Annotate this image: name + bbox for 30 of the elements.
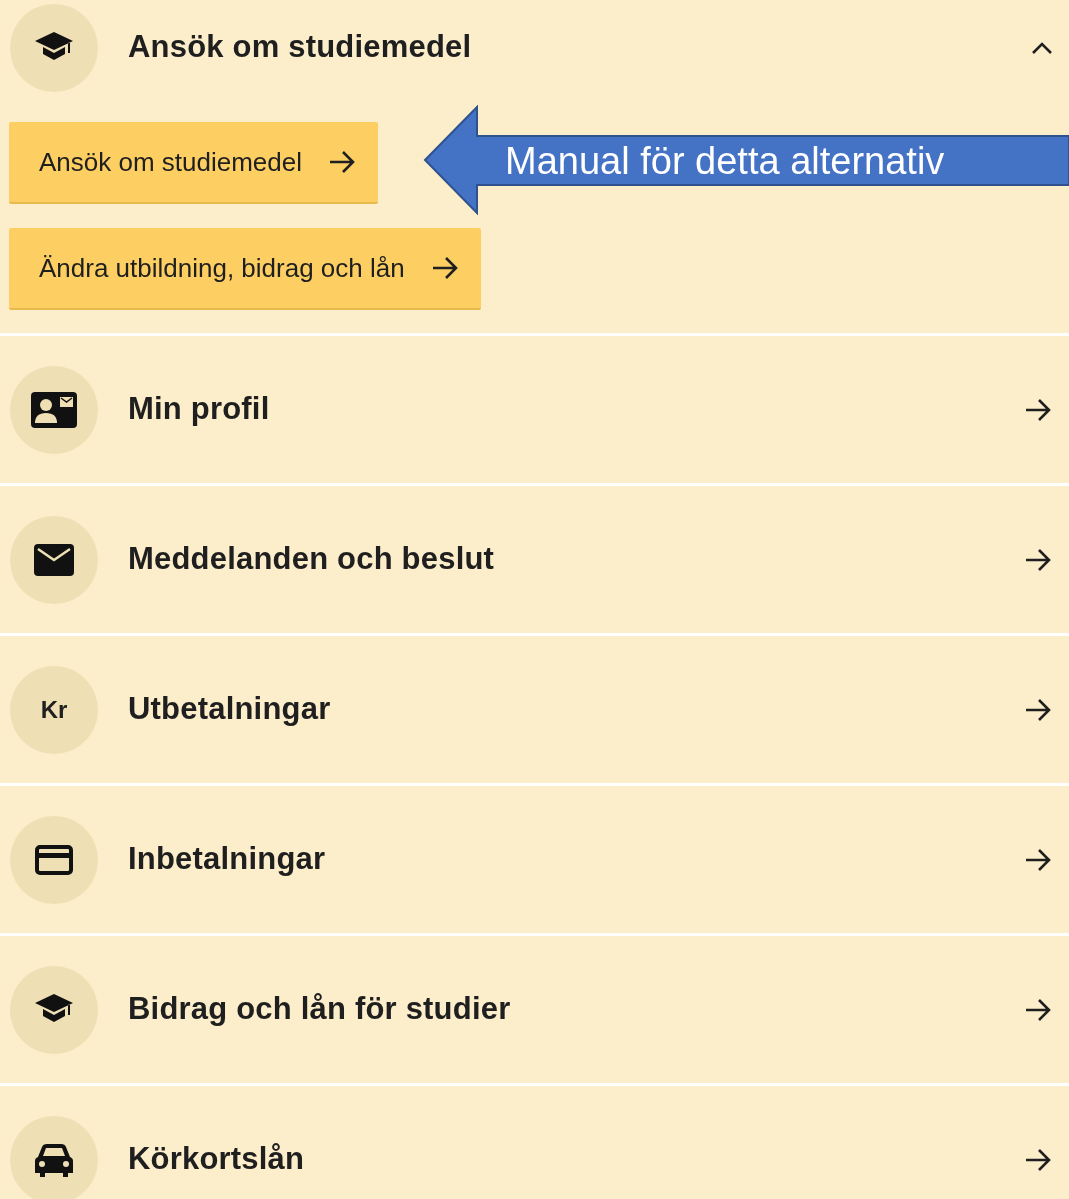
callout-text: Manual för detta alternativ — [505, 139, 945, 184]
menu-item-label: Meddelanden och beslut — [128, 540, 496, 579]
envelope-icon — [34, 543, 74, 576]
credit-card-icon — [35, 844, 73, 875]
menu-item[interactable]: Bidrag och lån för studier — [0, 936, 1069, 1083]
menu-item[interactable]: Kr Utbetalningar — [0, 636, 1069, 783]
menu-item[interactable]: Inbetalningar — [0, 786, 1069, 933]
arrow-right-icon — [1023, 547, 1053, 572]
menu-item-label: Körkortslån — [128, 1140, 306, 1179]
action-button[interactable]: Ansök om studiemedel — [9, 122, 379, 204]
action-button[interactable]: Ändra utbildning, bidrag och lån — [9, 228, 481, 310]
arrow-right-icon — [1023, 697, 1053, 722]
arrow-right-icon — [328, 150, 357, 174]
menu-item-label: Inbetalningar — [128, 840, 327, 879]
menu-item[interactable]: Meddelanden och beslut — [0, 486, 1069, 633]
menu-item-label: Ansök om studiemedel — [128, 28, 473, 67]
arrow-right-icon — [1023, 1147, 1053, 1172]
menu-item[interactable]: Körkortslån — [0, 1086, 1069, 1199]
menu-item-label: Bidrag och lån för studier — [128, 990, 512, 1029]
menu-item[interactable]: Min profil — [0, 336, 1069, 483]
arrow-right-icon — [1023, 397, 1053, 422]
menu-item-label: Min profil — [128, 390, 271, 429]
arrow-right-icon — [430, 256, 459, 280]
chevron-icon[interactable] — [1031, 40, 1053, 55]
currency-icon: Kr — [40, 691, 68, 728]
arrow-right-icon — [1023, 997, 1053, 1022]
car-icon — [35, 1142, 73, 1177]
arrow-right-icon — [1023, 847, 1053, 872]
id-card-icon — [31, 391, 77, 428]
menu-item-label: Utbetalningar — [128, 690, 332, 729]
